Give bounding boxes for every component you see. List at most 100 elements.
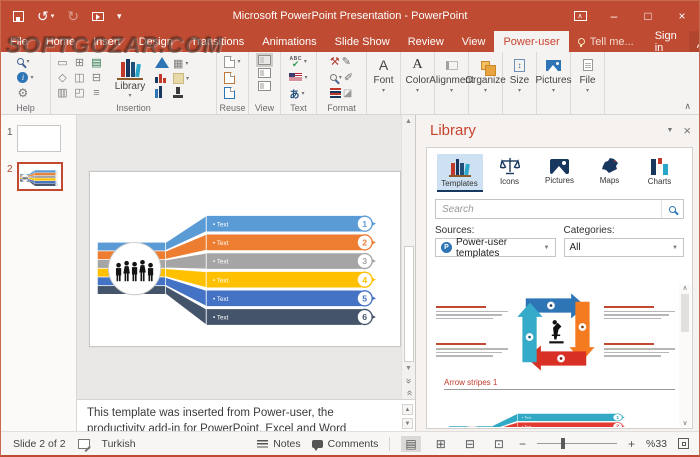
screenshot-icon[interactable]: ◫ — [74, 71, 84, 84]
language-indicator[interactable]: Turkish — [102, 438, 136, 450]
search-icon[interactable]: ▾ — [16, 55, 34, 69]
tab-view[interactable]: View — [453, 31, 495, 52]
format-tools-icon[interactable]: ⚒✎ — [329, 55, 354, 69]
template-preview-arrow-stripes[interactable]: Arrow stripes 1 • Text1• Text2• Text3• T… — [428, 376, 691, 427]
zoom-out-icon[interactable]: − — [519, 437, 526, 451]
panel-dropdown-icon[interactable]: ▼ — [666, 127, 673, 134]
undo-icon[interactable]: ↺▾ — [37, 11, 54, 21]
library-tab-icons[interactable]: Icons — [487, 154, 533, 192]
org-chart-icon[interactable]: ⊟ — [92, 71, 101, 84]
tab-file[interactable]: File — [1, 31, 37, 52]
scrollbar-thumb[interactable] — [681, 294, 689, 332]
slide-canvas[interactable]: • Text1• Text2• Text3• Text4• Text5• Tex… — [89, 171, 401, 347]
tab-transitions[interactable]: Transitions — [182, 31, 253, 52]
notes-scroll-up-icon[interactable]: ▲ — [402, 404, 413, 415]
library-scrollbar[interactable]: ∧ ∨ — [679, 284, 691, 427]
scroll-down-icon[interactable]: ▼ — [405, 362, 412, 375]
library-tab-charts[interactable]: Charts — [637, 154, 683, 192]
zoom-slider-thumb[interactable] — [561, 438, 565, 449]
paste-slide-icon[interactable] — [223, 71, 241, 85]
scroll-up-icon[interactable]: ∧ — [682, 284, 687, 292]
notes-scroll[interactable]: ▲▼ — [402, 404, 413, 429]
categories-dropdown[interactable]: All ▼ — [564, 238, 685, 257]
search-submit-icon[interactable] — [661, 200, 683, 218]
pyramid-icon[interactable] — [155, 57, 169, 68]
library-tab-pictures[interactable]: Pictures — [537, 154, 583, 192]
next-slide-icon[interactable]: « — [403, 390, 415, 396]
ribbon-display-options-icon[interactable]: ∧ — [563, 1, 597, 31]
thumbnail-item-2[interactable]: 2 — [1, 152, 76, 191]
library-tab-templates[interactable]: Templates — [437, 154, 483, 192]
view-option-2-icon[interactable] — [258, 68, 271, 78]
fit-to-window-icon[interactable] — [678, 438, 689, 449]
template-preview-cycle[interactable] — [428, 284, 691, 376]
reading-view-icon[interactable]: ⊟ — [461, 436, 479, 452]
library-search[interactable] — [435, 199, 684, 219]
tab-home[interactable]: Home — [37, 31, 84, 52]
pictures-big-button[interactable]: Pictures▾ — [537, 52, 571, 114]
save-icon[interactable] — [13, 11, 24, 22]
library-tab-maps[interactable]: Maps — [587, 154, 633, 192]
tab-power-user[interactable]: Power-user — [494, 31, 568, 52]
sticky-note-icon[interactable]: ▾ — [172, 72, 190, 85]
minimize-button[interactable]: – — [597, 1, 631, 31]
slide-sorter-view-icon[interactable]: ⊞ — [432, 436, 450, 452]
tab-insert[interactable]: Insert — [84, 31, 130, 52]
mini-chart-icon[interactable] — [155, 86, 169, 98]
zoom-in-icon[interactable]: + — [628, 437, 635, 451]
slide-thumbnail-1[interactable] — [17, 125, 61, 152]
copy-slide-icon[interactable]: ▾ — [223, 55, 241, 69]
collapse-ribbon-icon[interactable]: ∧ — [684, 101, 691, 112]
agenda-icon[interactable]: ▤ — [91, 56, 101, 69]
tab-review[interactable]: Review — [399, 31, 453, 52]
search-input[interactable] — [436, 200, 661, 218]
tab-design[interactable]: Design — [130, 31, 182, 52]
reuse-slide-icon[interactable] — [223, 86, 241, 100]
file-big-button[interactable]: File▾ — [571, 52, 605, 114]
comments-button[interactable]: Comments — [312, 438, 379, 450]
view-option-3-icon[interactable] — [258, 81, 271, 91]
spell-check-icon[interactable]: ABC✔▾ — [288, 55, 308, 69]
zoom-level[interactable]: %33 — [646, 438, 667, 450]
spell-check-status-icon[interactable] — [78, 439, 90, 449]
customize-quick-access-icon[interactable]: ▾ — [117, 11, 122, 22]
library-big-button[interactable]: Library ▾ — [108, 55, 152, 100]
info-icon[interactable]: i▾ — [16, 71, 34, 85]
equation-icon[interactable]: ≡ — [93, 87, 99, 99]
zoom-slider[interactable] — [537, 443, 617, 445]
notes-button[interactable]: Notes — [257, 438, 300, 450]
close-button[interactable]: × — [665, 1, 699, 31]
view-option-1-icon[interactable] — [258, 55, 271, 65]
alignment-big-button[interactable]: Alignment▾ — [435, 52, 469, 114]
gear-icon[interactable]: ⚙ — [16, 86, 34, 100]
tab-tell-me[interactable]: Tell me... — [569, 31, 643, 52]
start-slideshow-icon[interactable] — [92, 12, 104, 21]
redo-icon[interactable]: ↻ — [67, 11, 79, 21]
format-picker-icon[interactable]: ▾✐ — [329, 71, 354, 85]
notes-pane[interactable]: This template was inserted from Power-us… — [77, 399, 415, 434]
slideshow-view-icon[interactable]: ⊡ — [490, 436, 508, 452]
share-button[interactable]: Share — [689, 31, 700, 52]
shapes-icon[interactable]: ◇ — [58, 71, 66, 84]
scroll-up-icon[interactable]: ▲ — [405, 115, 412, 128]
thumbnail-item-1[interactable]: 1 — [1, 115, 76, 152]
tab-animations[interactable]: Animations — [253, 31, 325, 52]
duplicate-slide-icon[interactable]: ⊞ — [75, 56, 84, 69]
stamp-icon[interactable] — [172, 87, 184, 98]
organize-big-button[interactable]: Organize▾ — [469, 52, 503, 114]
previous-slide-icon[interactable]: « — [403, 378, 415, 384]
format-stripes-icon[interactable]: ◪ — [329, 86, 354, 100]
translate-icon[interactable]: あ▾ — [288, 86, 308, 100]
scroll-down-icon[interactable]: ∨ — [682, 419, 687, 427]
slide-layout-icon[interactable]: ▭ — [57, 56, 67, 69]
sign-in-button[interactable]: Sign in — [643, 31, 689, 52]
scrollbar-thumb[interactable] — [404, 246, 414, 361]
size-big-button[interactable]: ↕Size▾ — [503, 52, 537, 114]
table-icon[interactable]: ▦▾ — [172, 57, 190, 70]
maximize-button[interactable]: □ — [631, 1, 665, 31]
text-box-icon[interactable]: ▥ — [57, 86, 67, 99]
tab-slide-show[interactable]: Slide Show — [326, 31, 399, 52]
notes-scroll-down-icon[interactable]: ▼ — [402, 418, 413, 429]
sources-dropdown[interactable]: P Power-user templates ▼ — [435, 238, 556, 257]
panel-close-icon[interactable]: × — [683, 123, 691, 138]
